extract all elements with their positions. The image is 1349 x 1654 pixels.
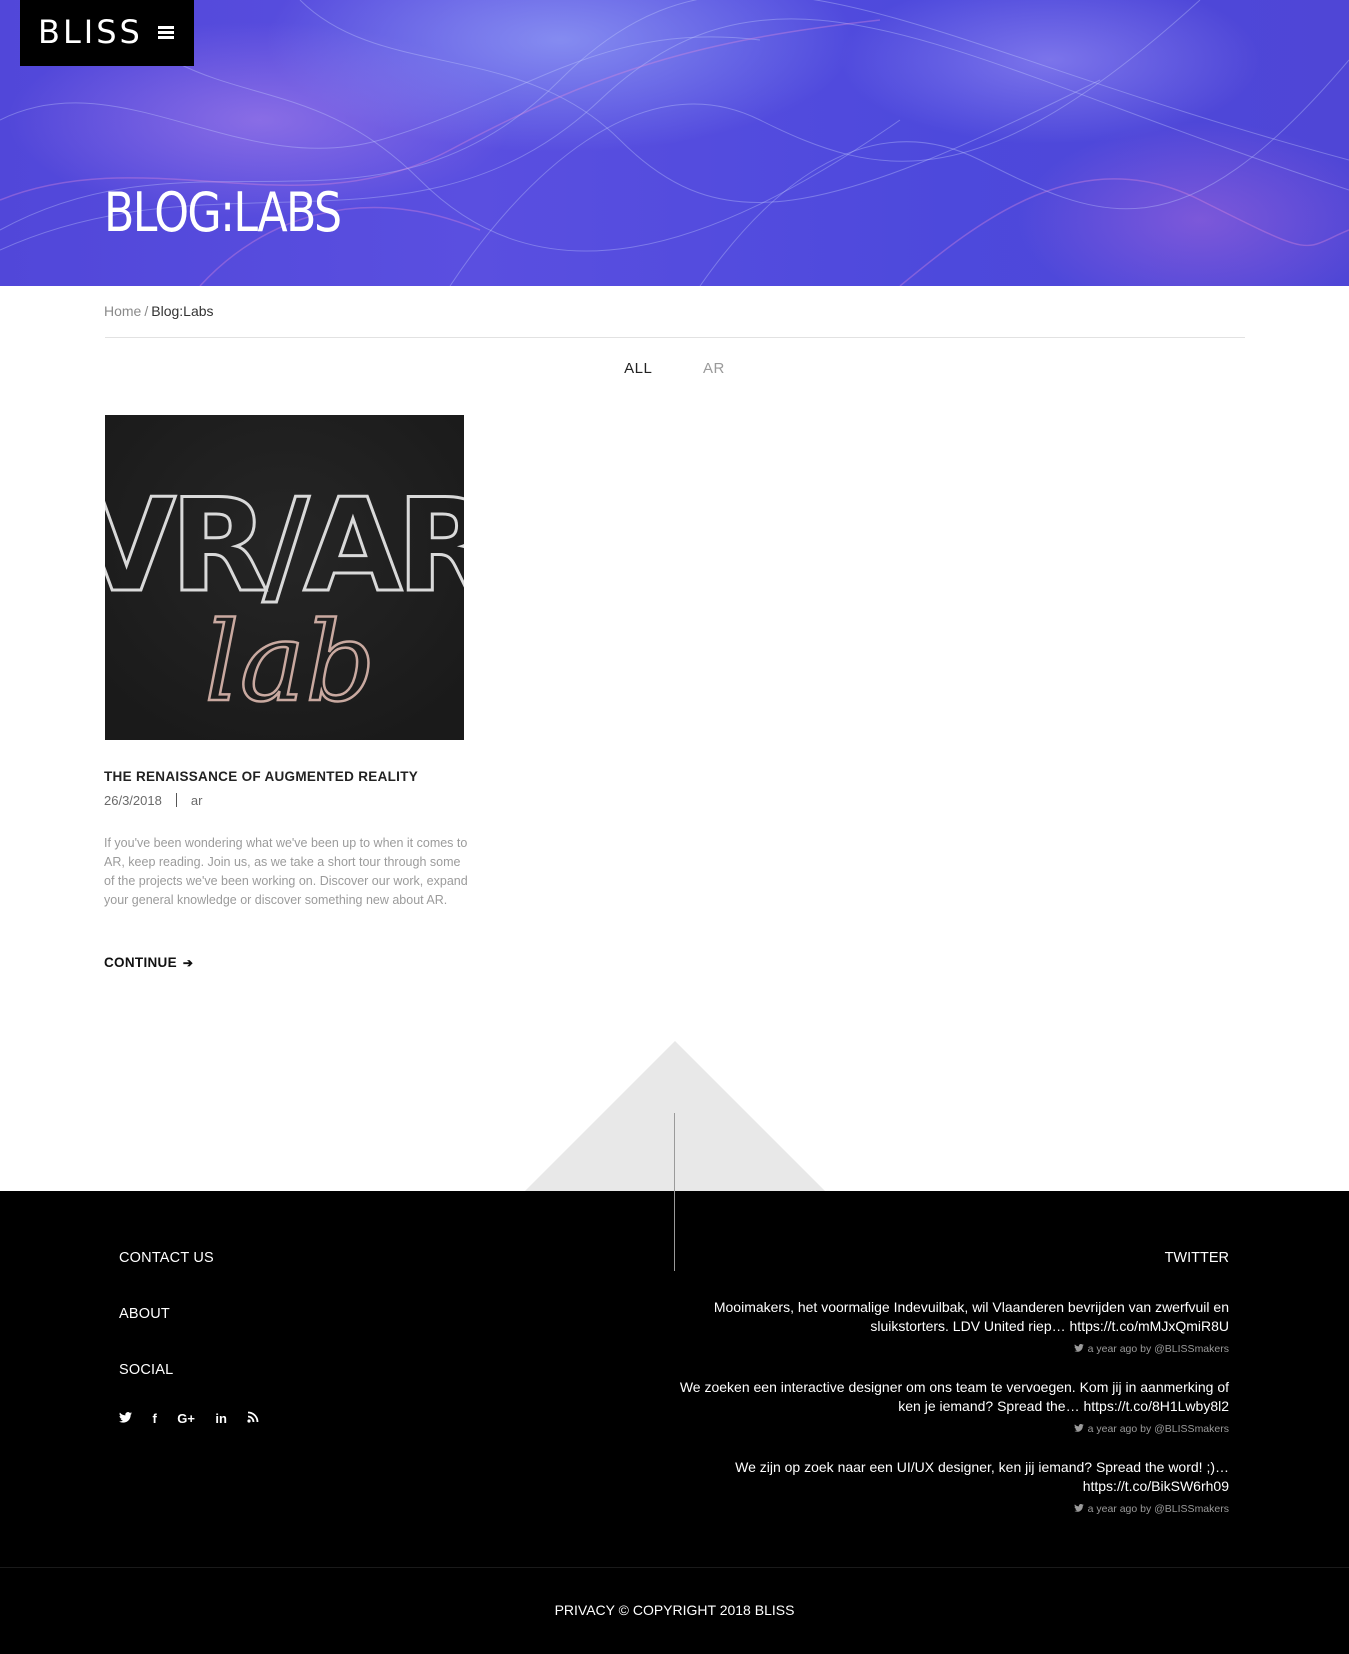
copyright[interactable]: PRIVACY © COPYRIGHT 2018 BLISS xyxy=(0,1602,1349,1618)
breadcrumb: Home / Blog:Labs xyxy=(104,303,214,319)
hamburger-menu-icon[interactable] xyxy=(158,26,174,40)
filter-all[interactable]: ALL xyxy=(624,360,652,377)
breadcrumb-separator: / xyxy=(144,303,149,319)
post-title[interactable]: THE RENAISSANCE OF AUGMENTED REALITY xyxy=(104,769,418,784)
footer-link-contact[interactable]: CONTACT US xyxy=(119,1250,214,1266)
continue-link[interactable]: CONTINUE ➔ xyxy=(104,955,193,970)
footer-link-social[interactable]: SOCIAL xyxy=(119,1362,173,1378)
page-title: BLOG:LABS xyxy=(104,181,342,244)
hero-banner: BLISS BLOG:LABS xyxy=(0,0,1349,286)
filter-ar[interactable]: AR xyxy=(703,360,725,377)
logo[interactable]: BLISS xyxy=(38,13,143,51)
arrow-right-icon: ➔ xyxy=(182,956,194,970)
twitter-icon[interactable] xyxy=(119,1411,132,1426)
meta-separator xyxy=(175,793,177,807)
twitter-bird-icon xyxy=(1073,1503,1084,1515)
breadcrumb-current: Blog:Labs xyxy=(151,303,214,319)
tweet-meta[interactable]: a year ago by @BLISSmakers xyxy=(1088,1503,1229,1515)
tweet-item: We zoeken een interactive designer om on… xyxy=(669,1378,1229,1435)
google-plus-icon[interactable]: G+ xyxy=(177,1411,195,1426)
post-date: 26/3/2018 xyxy=(104,793,162,808)
social-icons: f G+ in xyxy=(119,1410,275,1428)
divider xyxy=(105,337,1245,338)
logo-box[interactable]: BLISS xyxy=(20,0,194,66)
tweet-item: We zijn op zoek naar een UI/UX designer,… xyxy=(669,1458,1229,1515)
breadcrumb-home-link[interactable]: Home xyxy=(104,303,141,319)
tweet-item: Mooimakers, het voormalige Indevuilbak, … xyxy=(669,1298,1229,1355)
post-category[interactable]: ar xyxy=(191,793,203,808)
rss-icon[interactable] xyxy=(247,1411,259,1426)
tweet-text[interactable]: Mooimakers, het voormalige Indevuilbak, … xyxy=(669,1298,1229,1336)
tweet-text[interactable]: We zijn op zoek naar een UI/UX designer,… xyxy=(669,1458,1229,1496)
bottom-bar: PRIVACY © COPYRIGHT 2018 BLISS xyxy=(0,1567,1349,1654)
continue-label[interactable]: CONTINUE xyxy=(104,955,177,970)
twitter-bird-icon xyxy=(1073,1423,1084,1435)
category-filters: ALL AR xyxy=(0,360,1349,377)
image-text-bottom: lab xyxy=(204,598,375,726)
back-to-top-triangle[interactable] xyxy=(525,1041,825,1191)
post-meta: 26/3/2018 ar xyxy=(104,793,202,808)
post-thumbnail[interactable]: VR/AR lab xyxy=(105,415,464,740)
vr-ar-lab-chalk-image: VR/AR lab xyxy=(105,415,464,740)
facebook-icon[interactable]: f xyxy=(152,1411,156,1426)
footer-vertical-divider xyxy=(674,1113,675,1271)
twitter-bird-icon xyxy=(1073,1343,1084,1355)
tweet-meta[interactable]: a year ago by @BLISSmakers xyxy=(1088,1343,1229,1355)
tweet-text[interactable]: We zoeken een interactive designer om on… xyxy=(669,1378,1229,1416)
linkedin-icon[interactable]: in xyxy=(215,1411,227,1426)
tweet-meta[interactable]: a year ago by @BLISSmakers xyxy=(1088,1423,1229,1435)
post-excerpt: If you've been wondering what we've been… xyxy=(104,836,468,907)
footer-link-about[interactable]: ABOUT xyxy=(119,1306,170,1322)
twitter-heading: TWITTER xyxy=(1164,1250,1229,1266)
